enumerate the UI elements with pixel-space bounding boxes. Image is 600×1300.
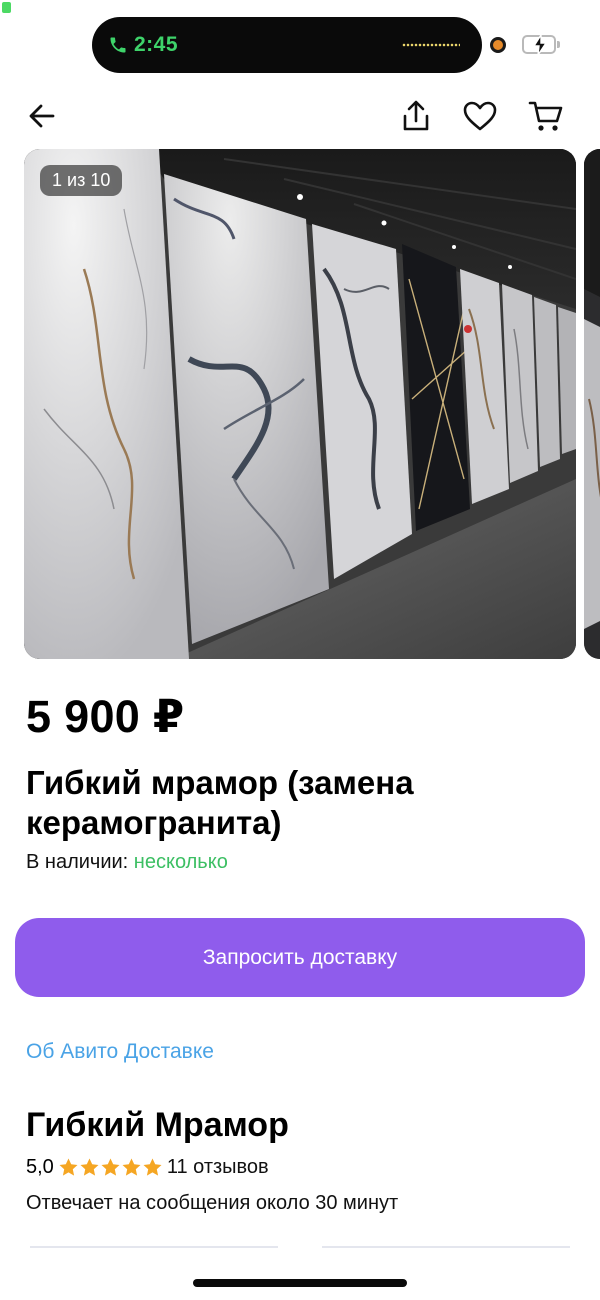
rating-value: 5,0 (26, 1156, 54, 1178)
rating-stars (58, 1157, 163, 1178)
waveform-indicator (402, 43, 460, 47)
heart-icon (463, 101, 497, 131)
status-time: 2:45 (134, 33, 179, 56)
status-bar: 2:45 (0, 0, 600, 80)
request-delivery-button[interactable]: Запросить доставку (15, 918, 585, 997)
next-photo-preview[interactable] (584, 149, 600, 659)
next-photo-image (584, 149, 600, 659)
phone-icon (110, 37, 126, 53)
star-icon (59, 1158, 78, 1176)
arrow-left-icon (29, 104, 55, 128)
seller-rating[interactable]: 5,0 11 отзывов (26, 1156, 269, 1179)
tab-divider-left (30, 1246, 278, 1248)
product-title: Гибкий мрамор (замена керамогранита) (26, 764, 414, 841)
response-time: Отвечает на сообщения около 30 минут (26, 1192, 399, 1214)
stock-label: В наличии: (26, 851, 129, 873)
top-nav (0, 88, 600, 144)
favorite-button[interactable] (460, 96, 500, 136)
charging-bolt-icon (532, 34, 548, 56)
camera-indicator-icon (490, 37, 506, 53)
star-icon (122, 1158, 141, 1176)
marble-showroom-image (24, 149, 576, 659)
cart-icon (528, 101, 563, 131)
star-icon (80, 1158, 99, 1176)
battery-cap (557, 41, 560, 48)
star-icon (101, 1158, 120, 1176)
battery-level (2, 2, 11, 13)
home-indicator[interactable] (193, 1279, 407, 1287)
back-button[interactable] (22, 96, 62, 136)
stock-status: В наличии: несколько (26, 851, 228, 874)
photo-counter: 1 из 10 (40, 165, 123, 196)
tab-divider-right (322, 1246, 570, 1248)
reviews-count: 11 отзывов (166, 1156, 269, 1178)
share-icon (403, 100, 429, 131)
star-icon (143, 1158, 162, 1176)
cart-button[interactable] (526, 96, 566, 136)
stock-value: несколько (133, 851, 228, 873)
dynamic-island: 2:45 (92, 17, 482, 73)
photo-gallery[interactable]: 1 из 10 (24, 149, 600, 659)
product-photo[interactable]: 1 из 10 (24, 149, 576, 659)
about-delivery-link[interactable]: Об Авито Доставке (26, 1040, 214, 1064)
product-price: 5 900 ₽ (26, 691, 185, 742)
seller-name[interactable]: Гибкий Мрамор (26, 1106, 289, 1145)
share-button[interactable] (396, 96, 436, 136)
